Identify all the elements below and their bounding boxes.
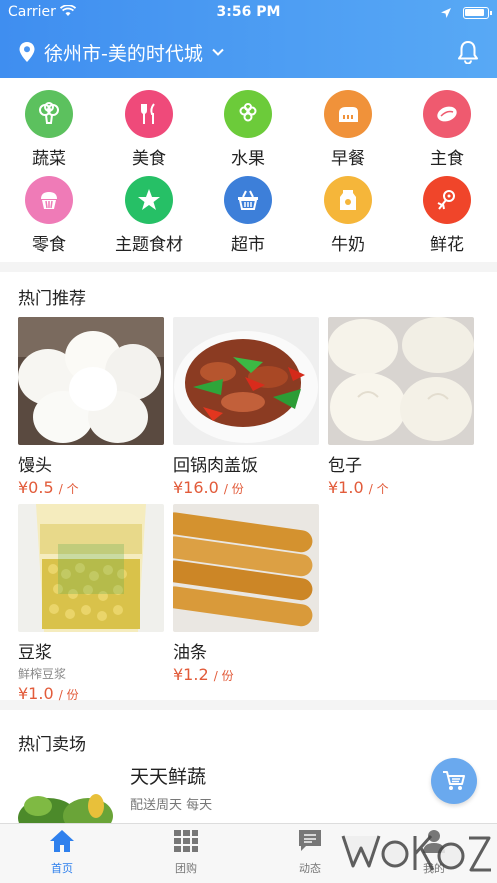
tab-label: 首页 [51, 862, 73, 875]
section-title: 热门推荐 [18, 289, 86, 309]
location-selector[interactable]: 徐州市-美的时代城 [18, 38, 225, 66]
category-breakfast[interactable]: 早餐 [308, 90, 388, 169]
message-icon [299, 830, 321, 851]
grid-icon [174, 830, 198, 852]
category-food[interactable]: 美食 [109, 90, 189, 169]
product-price: ¥16.0 / 份 [173, 478, 244, 497]
cart-button[interactable] [431, 758, 477, 804]
clock: 3:56 PM [216, 4, 281, 20]
category-snacks[interactable]: 零食 [9, 176, 89, 255]
tab-home[interactable]: 首页 [22, 828, 102, 876]
category-fruit[interactable]: 水果 [208, 90, 288, 169]
category-flowers[interactable]: 鲜花 [407, 176, 487, 255]
product-card-mantou[interactable]: 馒头 ¥0.5 / 个 [18, 317, 164, 497]
category-grid: 蔬菜 美食 水果 早餐 主食 零食 主题食材 超市 牛奶 鲜花 [0, 78, 497, 262]
battery-icon [463, 7, 492, 19]
fork-knife-icon [125, 90, 173, 138]
product-image [328, 317, 474, 445]
rice-icon [423, 90, 471, 138]
store-desc: 配送周天 每天 [130, 798, 213, 813]
product-price: ¥0.5 / 个 [18, 478, 79, 497]
category-label: 水果 [231, 149, 265, 169]
category-milk[interactable]: 牛奶 [308, 176, 388, 255]
product-name: 馒头 [18, 456, 52, 476]
milk-icon [324, 176, 372, 224]
category-label: 美食 [132, 149, 166, 169]
product-subtitle: 鲜榨豆浆 [18, 667, 67, 681]
store-name: 天天鲜蔬 [130, 766, 207, 788]
category-staple[interactable]: 主食 [407, 90, 487, 169]
map-pin-icon [19, 42, 35, 62]
product-image [173, 504, 319, 632]
product-price: ¥1.2 / 份 [173, 665, 234, 684]
product-price: ¥1.0 / 个 [328, 478, 389, 497]
category-theme-ingredients[interactable]: 主题食材 [109, 176, 189, 255]
basket-icon [224, 176, 272, 224]
home-icon [50, 830, 74, 852]
product-card-doujiang[interactable]: 豆浆 鲜榨豆浆 ¥1.0 / 份 [18, 504, 164, 703]
product-name: 包子 [328, 456, 362, 476]
tab-label: 动态 [299, 862, 321, 875]
location-arrow-icon [441, 8, 451, 18]
product-image [18, 504, 164, 632]
product-name: 油条 [173, 643, 207, 663]
watermark-logo [341, 835, 491, 872]
category-label: 主食 [430, 149, 464, 169]
product-card-baozi[interactable]: 包子 ¥1.0 / 个 [328, 317, 474, 497]
product-image [173, 317, 319, 445]
category-label: 零食 [32, 235, 66, 255]
category-label: 蔬菜 [32, 149, 66, 169]
product-card-huiguorou[interactable]: 回锅肉盖饭 ¥16.0 / 份 [173, 317, 319, 497]
category-label: 早餐 [331, 149, 365, 169]
hot-recommend-section: 热门推荐 馒头 ¥0.5 / 个 回锅肉盖饭 ¥16.0 / 份 包子 ¥1.0… [0, 272, 497, 703]
grapes-icon [224, 90, 272, 138]
cart-icon [443, 771, 465, 790]
category-label: 鲜花 [430, 235, 464, 255]
broccoli-icon [25, 90, 73, 138]
header: Carrier 3:56 PM 徐州市-美的时代城 [0, 0, 497, 78]
bread-icon [324, 90, 372, 138]
chevron-down-icon [212, 48, 224, 56]
product-price: ¥1.0 / 份 [18, 684, 79, 703]
hot-market-section: 热门卖场 天天鲜蔬 配送周天 每天 [0, 710, 497, 823]
category-label: 超市 [231, 235, 265, 255]
location-label: 徐州市-美的时代城 [44, 42, 203, 65]
tab-group-buy[interactable]: 团购 [146, 828, 226, 876]
product-image [18, 317, 164, 445]
product-name: 豆浆 [18, 643, 52, 663]
category-supermarket[interactable]: 超市 [208, 176, 288, 255]
tab-label: 团购 [175, 862, 197, 875]
bell-icon[interactable] [457, 40, 479, 64]
store-card[interactable]: 天天鲜蔬 配送周天 每天 [18, 762, 418, 823]
star-icon [125, 176, 173, 224]
section-title: 热门卖场 [18, 735, 86, 755]
flower-icon [423, 176, 471, 224]
status-bar: Carrier 3:56 PM [0, 4, 497, 22]
category-vegetables[interactable]: 蔬菜 [9, 90, 89, 169]
category-label: 主题食材 [115, 235, 183, 255]
product-card-youtiao[interactable]: 油条 ¥1.2 / 份 [173, 504, 319, 684]
category-label: 牛奶 [331, 235, 365, 255]
cupcake-icon [25, 176, 73, 224]
store-image [18, 768, 118, 823]
product-name: 回锅肉盖饭 [173, 456, 258, 476]
